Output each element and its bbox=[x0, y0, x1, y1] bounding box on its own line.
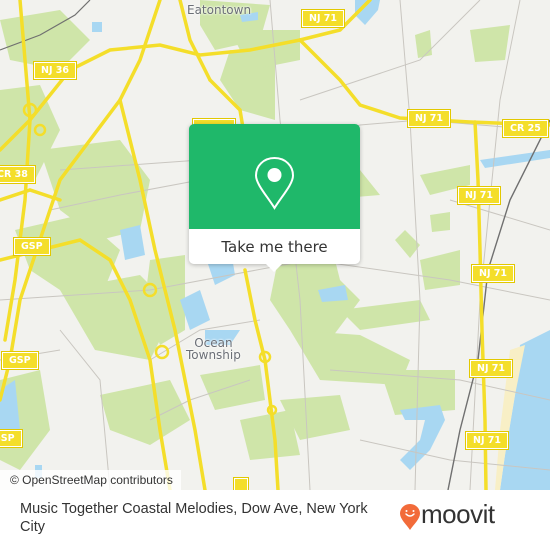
moovit-logo: moovit bbox=[400, 499, 520, 535]
popup-pointer bbox=[265, 263, 283, 272]
road-shield-cr25: CR 25 bbox=[502, 119, 549, 138]
road-shield-gsp: GSP bbox=[1, 351, 39, 370]
destination-popup: Take me there bbox=[189, 124, 360, 272]
location-title: Music Together Coastal Melodies, Dow Ave… bbox=[20, 501, 368, 535]
road-shield bbox=[233, 477, 249, 490]
map-view[interactable]: Eatontown Ocean Township NJ 36 NJ 71 NJ … bbox=[0, 0, 550, 490]
road-shield-cr38: CR 38 bbox=[0, 165, 36, 184]
road-shield-nj36: NJ 36 bbox=[32, 61, 78, 80]
road-shield-nj71: NJ 71 bbox=[406, 109, 452, 128]
map-pin-icon bbox=[254, 156, 295, 210]
road-shield-nj71: NJ 71 bbox=[468, 359, 514, 378]
road-shield-gsp: GSP bbox=[0, 429, 23, 448]
road-shield-nj71: NJ 71 bbox=[456, 186, 502, 205]
road-shield-gsp: GSP bbox=[13, 237, 51, 256]
road-shield-nj71: NJ 71 bbox=[464, 431, 510, 450]
take-me-there-button[interactable]: Take me there bbox=[189, 229, 360, 264]
map-attribution[interactable]: © OpenStreetMap contributors bbox=[0, 470, 181, 490]
road-shield-nj71: NJ 71 bbox=[300, 9, 346, 28]
place-label-line: Township bbox=[186, 348, 241, 362]
road-shield-nj71: NJ 71 bbox=[470, 264, 516, 283]
place-label-ocean-township: Ocean Township bbox=[186, 337, 241, 361]
popup-header bbox=[189, 124, 360, 229]
place-label-eatontown: Eatontown bbox=[187, 3, 252, 17]
brand-wordmark: moovit bbox=[421, 499, 495, 529]
moovit-pin-icon bbox=[400, 504, 420, 530]
